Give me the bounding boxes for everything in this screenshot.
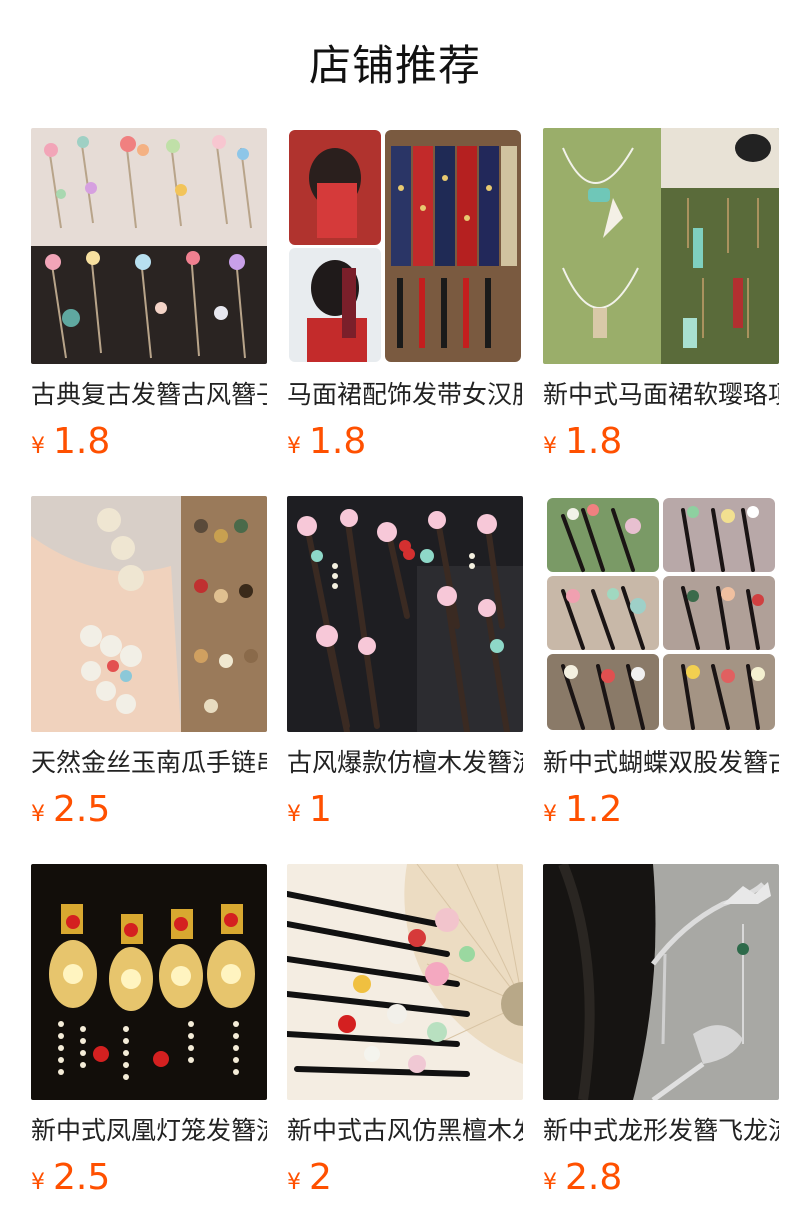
product-name[interactable]: 马面裙配饰发带女汉服 bbox=[287, 378, 523, 412]
product-image[interactable] bbox=[543, 496, 779, 732]
product-image[interactable] bbox=[287, 128, 523, 364]
product-price: ¥2.8 bbox=[543, 1156, 779, 1200]
product-name[interactable]: 天然金丝玉南瓜手链串 bbox=[31, 746, 267, 780]
product-image[interactable] bbox=[31, 128, 267, 364]
product-image[interactable] bbox=[31, 496, 267, 732]
currency-symbol: ¥ bbox=[543, 434, 557, 459]
product-card[interactable]: 新中式马面裙软璎珞项链 ¥1.8 bbox=[543, 128, 779, 464]
currency-symbol: ¥ bbox=[543, 1170, 557, 1195]
product-image[interactable] bbox=[287, 496, 523, 732]
product-name[interactable]: 新中式蝴蝶双股发簪古风 bbox=[543, 746, 779, 780]
currency-symbol: ¥ bbox=[287, 802, 301, 827]
price-amount: 1.2 bbox=[565, 789, 623, 830]
product-name[interactable]: 古典复古发簪古风簪子 bbox=[31, 378, 267, 412]
currency-symbol: ¥ bbox=[287, 434, 301, 459]
product-name[interactable]: 新中式古风仿黑檀木发簪 bbox=[287, 1114, 523, 1148]
product-card[interactable]: 马面裙配饰发带女汉服 ¥1.8 bbox=[287, 128, 523, 464]
currency-symbol: ¥ bbox=[31, 434, 45, 459]
price-amount: 1.8 bbox=[309, 421, 367, 462]
product-price: ¥1.2 bbox=[543, 788, 779, 832]
price-amount: 2.8 bbox=[565, 1157, 623, 1198]
product-card[interactable]: 古典复古发簪古风簪子 ¥1.8 bbox=[31, 128, 267, 464]
price-amount: 2.5 bbox=[53, 789, 111, 830]
section-title: 店铺推荐 bbox=[308, 41, 481, 90]
product-price: ¥2 bbox=[287, 1156, 523, 1200]
product-name[interactable]: 古风爆款仿檀木发簪流苏 bbox=[287, 746, 523, 780]
product-card[interactable]: 天然金丝玉南瓜手链串 ¥2.5 bbox=[31, 496, 267, 832]
currency-symbol: ¥ bbox=[543, 802, 557, 827]
currency-symbol: ¥ bbox=[31, 802, 45, 827]
product-card[interactable]: 新中式凤凰灯笼发簪流苏 ¥2.5 bbox=[31, 864, 267, 1200]
price-amount: 1.8 bbox=[53, 421, 111, 462]
price-amount: 1 bbox=[309, 789, 332, 830]
store-recommendations-page: 店铺推荐 古典复古发簪古风簪子 ¥ 1.8 马面裙配饰发带女汉服 ¥ 1.8 新… bbox=[0, 0, 790, 1232]
price-amount: 2.5 bbox=[53, 1157, 111, 1198]
product-image[interactable] bbox=[543, 864, 779, 1100]
product-image[interactable] bbox=[543, 128, 779, 364]
product-name[interactable]: 新中式马面裙软璎珞项链 bbox=[543, 378, 779, 412]
product-card[interactable]: 新中式古风仿黑檀木发簪 ¥2 bbox=[287, 864, 523, 1200]
product-image[interactable] bbox=[31, 864, 267, 1100]
product-price: ¥2.5 bbox=[31, 788, 267, 832]
product-price: ¥1 bbox=[287, 788, 523, 832]
currency-symbol: ¥ bbox=[287, 1170, 301, 1195]
product-card[interactable]: 新中式龙形发簪飞龙流苏 ¥2.8 bbox=[543, 864, 779, 1200]
product-card[interactable]: 新中式蝴蝶双股发簪古风 ¥1.2 bbox=[543, 496, 779, 832]
product-name[interactable]: 新中式龙形发簪飞龙流苏 bbox=[543, 1114, 779, 1148]
currency-symbol: ¥ bbox=[31, 1170, 45, 1195]
product-price: ¥2.5 bbox=[31, 1156, 267, 1200]
price-amount: 1.8 bbox=[565, 421, 623, 462]
price-amount: 2 bbox=[309, 1157, 332, 1198]
product-card[interactable]: 古风爆款仿檀木发簪流苏 ¥1 bbox=[287, 496, 523, 832]
product-price: ¥1.8 bbox=[543, 420, 779, 464]
product-image[interactable] bbox=[287, 864, 523, 1100]
product-price: ¥1.8 bbox=[31, 420, 267, 464]
product-price: ¥1.8 bbox=[287, 420, 523, 464]
product-name[interactable]: 新中式凤凰灯笼发簪流苏 bbox=[31, 1114, 267, 1148]
